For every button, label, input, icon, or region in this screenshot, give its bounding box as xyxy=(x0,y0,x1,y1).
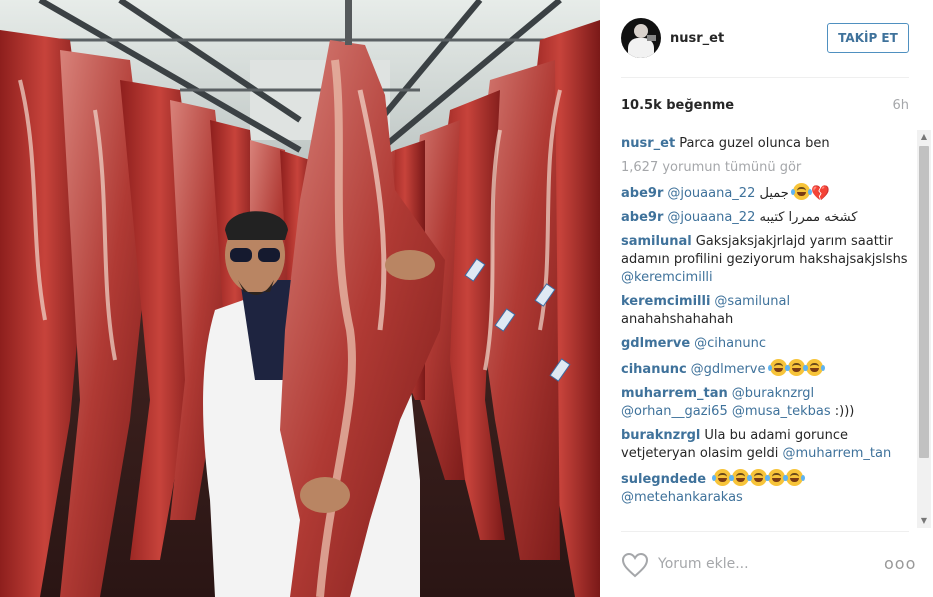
comment-mention[interactable]: @muharrem_tan xyxy=(782,446,891,461)
more-options-icon[interactable]: ooo xyxy=(884,554,915,574)
comment-username[interactable]: samilunal xyxy=(621,234,692,249)
laugh-cry-emoji-icon xyxy=(730,469,752,486)
caption-username[interactable]: nusr_et xyxy=(621,136,675,151)
laugh-cry-emoji-icon xyxy=(766,469,788,486)
avatar-mark-shape xyxy=(647,35,656,41)
avatar[interactable] xyxy=(621,18,661,58)
laugh-cry-emoji-icon xyxy=(767,359,789,376)
footer-divider xyxy=(621,531,909,532)
comment-mention[interactable]: @cihanunc xyxy=(694,336,766,351)
avatar-head-shape xyxy=(634,24,648,38)
comment-item: muharrem_tan @buraknzrgl @orhan__gazi65 @… xyxy=(621,385,913,421)
comment-text: كشخه ممررا كتيبه xyxy=(759,210,858,225)
laugh-cry-emoji-icon xyxy=(748,469,770,486)
post-photo[interactable] xyxy=(0,0,600,597)
comment-item: samilunal Gaksjaksjakjrlajd yarım saattir… xyxy=(621,233,913,287)
post-author-username[interactable]: nusr_et xyxy=(670,31,724,46)
laugh-cry-emoji-icon xyxy=(712,469,734,486)
likes-count[interactable]: 10.5k beğenme xyxy=(621,98,734,113)
comment-username[interactable]: keremcimilli xyxy=(621,294,710,309)
comment-mention[interactable]: @jouaana_22 xyxy=(667,186,755,201)
comment-username[interactable]: abe9r xyxy=(621,210,663,225)
comment-username[interactable]: gdlmerve xyxy=(621,336,690,351)
view-all-comments-link[interactable]: 1,627 yorumun tümünü gör xyxy=(621,159,913,177)
comment-mention[interactable]: @jouaana_22 xyxy=(667,210,755,225)
comment-item: buraknzrgl Ula bu adami gorunce vetjetery… xyxy=(621,427,913,463)
laugh-cry-emoji-icon xyxy=(785,359,807,376)
avatar-body-shape xyxy=(628,38,654,58)
meat-locker-illustration xyxy=(0,0,600,597)
comment-text: :))) xyxy=(834,404,855,419)
broken-heart-emoji-icon: 💔 xyxy=(810,184,830,202)
caption: nusr_et Parca guzel olunca ben xyxy=(621,135,913,153)
header-divider xyxy=(621,77,909,78)
laugh-cry-emoji-icon xyxy=(790,183,812,200)
scroll-down-arrow-icon[interactable]: ▼ xyxy=(917,514,931,528)
comment-item: keremcimilli @samilunal anahahshahahah xyxy=(621,293,913,329)
comment-mention[interactable]: @keremcimilli xyxy=(621,270,713,285)
comment-username[interactable]: abe9r xyxy=(621,186,663,201)
scrollbar-thumb[interactable] xyxy=(919,146,929,458)
likes-row: 10.5k beğenme 6h xyxy=(621,98,909,116)
comment-text: anahahshahahah xyxy=(621,312,734,327)
comment-text: جميل xyxy=(759,186,789,201)
comments-scrollbar[interactable]: ▲ ▼ xyxy=(917,130,931,528)
heart-outline-icon[interactable] xyxy=(621,552,649,578)
comment-item: sulegndede @metehankarakas xyxy=(621,469,913,507)
comment-footer: ooo xyxy=(600,540,933,590)
post-header: nusr_et TAKİP ET xyxy=(600,0,933,78)
comment-username[interactable]: cihanunc xyxy=(621,362,687,377)
laugh-cry-emoji-icon xyxy=(803,359,825,376)
follow-button[interactable]: TAKİP ET xyxy=(827,23,909,53)
laugh-cry-emoji-icon xyxy=(784,469,806,486)
post-details-panel: nusr_et TAKİP ET 10.5k beğenme 6h nusr_e… xyxy=(600,0,933,597)
comment-username[interactable]: buraknzrgl xyxy=(621,428,700,443)
comment-item: abe9r @jouaana_22 كشخه ممررا كتيبه xyxy=(621,209,913,227)
comment-item: cihanunc @gdlmerve xyxy=(621,359,913,379)
scroll-up-arrow-icon[interactable]: ▲ xyxy=(917,130,931,144)
comment-mention[interactable]: @gdlmerve xyxy=(691,362,766,377)
comment-mention[interactable]: @metehankarakas xyxy=(621,490,743,505)
add-comment-input[interactable] xyxy=(658,553,878,575)
comment-item: abe9r @jouaana_22 جميل 💔 xyxy=(621,183,913,203)
comments-list[interactable]: nusr_et Parca guzel olunca ben 1,627 yoru… xyxy=(621,135,913,527)
comment-username[interactable]: sulegndede xyxy=(621,472,706,487)
caption-text: Parca guzel olunca ben xyxy=(679,136,830,151)
comment-username[interactable]: muharrem_tan xyxy=(621,386,728,401)
comment-item: gdlmerve @cihanunc xyxy=(621,335,913,353)
comment-mention[interactable]: @samilunal xyxy=(714,294,790,309)
post-timestamp[interactable]: 6h xyxy=(892,98,909,113)
